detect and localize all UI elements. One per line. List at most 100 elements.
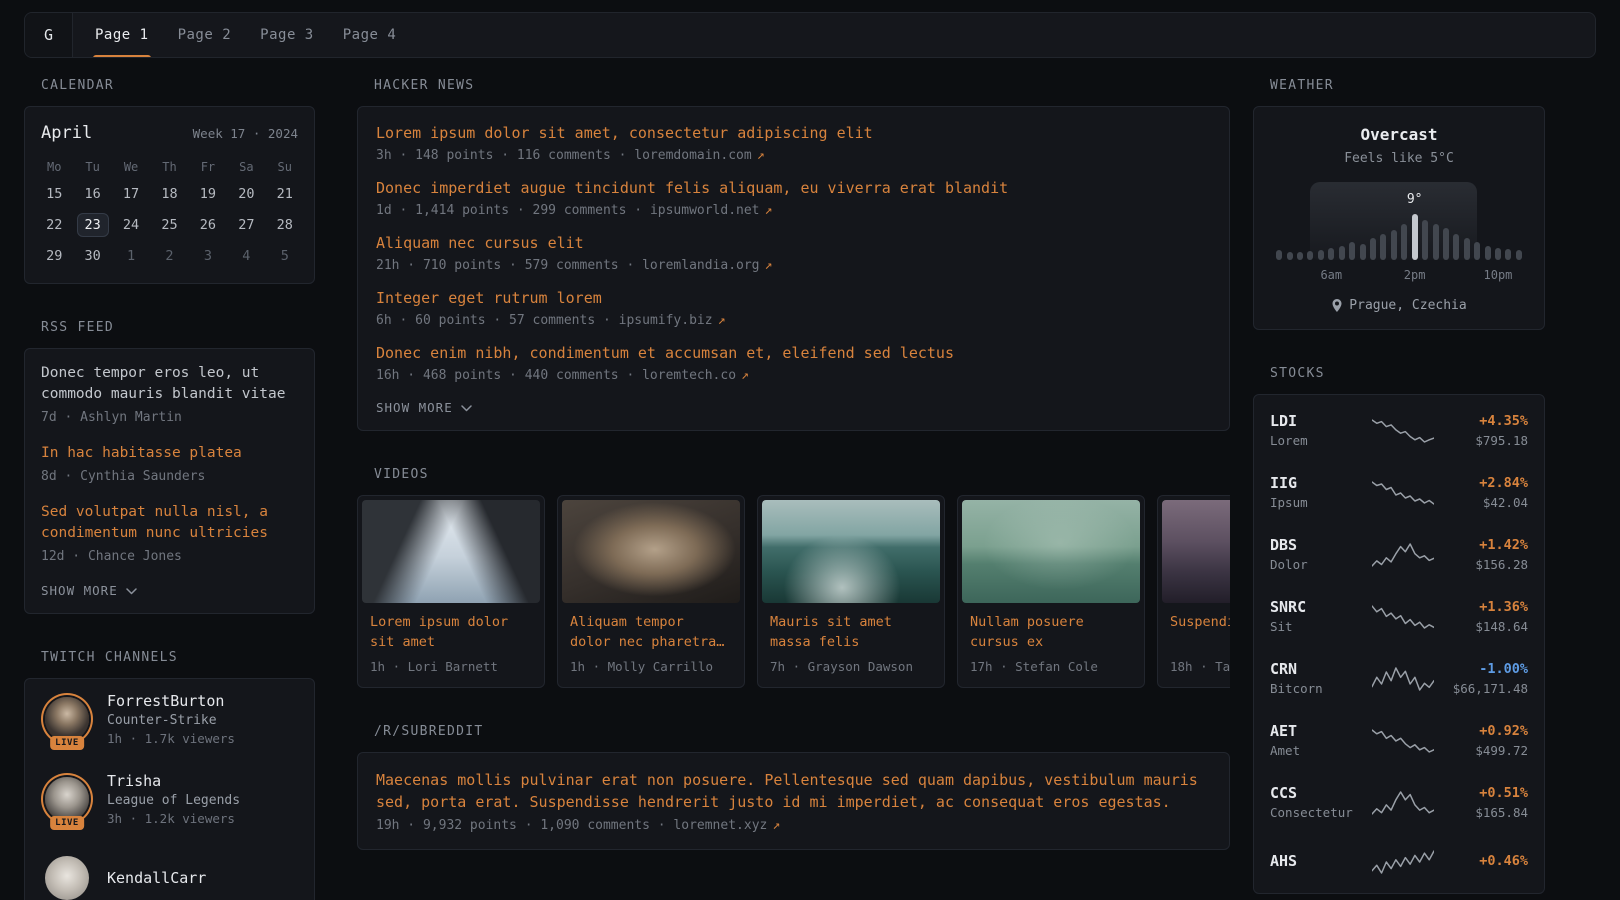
hackernews-item-title[interactable]: Integer eget rutrum lorem bbox=[376, 288, 1211, 309]
twitch-channel[interactable]: KendallCarr bbox=[25, 839, 314, 900]
stock-name: Dolor bbox=[1270, 558, 1366, 572]
stock-name: Amet bbox=[1270, 744, 1366, 758]
page-tab[interactable]: Page 3 bbox=[260, 13, 314, 57]
rss-item-title[interactable]: Donec tempor eros leo, ut commodo mauris… bbox=[41, 363, 298, 405]
stock-price: $148.64 bbox=[1440, 620, 1528, 634]
page-tab[interactable]: Page 2 bbox=[178, 13, 232, 57]
weather-hour-bar bbox=[1326, 248, 1336, 260]
hackernews-item-domain[interactable]: loremtech.co bbox=[642, 368, 736, 383]
video-title[interactable]: Mauris sit amet massa felis bbox=[770, 612, 932, 652]
video-thumbnail[interactable] bbox=[962, 500, 1140, 603]
page-tab[interactable]: Page 1 bbox=[95, 13, 149, 57]
calendar-weekday-label: Fr bbox=[189, 153, 227, 178]
weather-hour-bar bbox=[1472, 242, 1482, 260]
stock-row[interactable]: CRN Bitcorn -1.00% $66,171.48 bbox=[1254, 647, 1544, 709]
stock-ticker[interactable]: LDI bbox=[1270, 412, 1366, 430]
stock-row[interactable]: DBS Dolor +1.42% $156.28 bbox=[1254, 523, 1544, 585]
video-card[interactable]: Suspendisse diam 18h · Tara bbox=[1157, 495, 1230, 688]
rss-item-meta: 7d · Ashlyn Martin bbox=[41, 410, 298, 425]
calendar-day-number: 16 bbox=[77, 182, 109, 206]
stock-ticker[interactable]: DBS bbox=[1270, 536, 1366, 554]
video-card[interactable]: Mauris sit amet massa felis 7h · Grayson… bbox=[757, 495, 945, 688]
stock-row[interactable]: AET Amet +0.92% $499.72 bbox=[1254, 709, 1544, 771]
twitch-channel-name[interactable]: Trisha bbox=[107, 772, 240, 790]
subreddit-post[interactable]: Maecenas mollis pulvinar erat non posuer… bbox=[358, 753, 1229, 835]
twitch-channel-name[interactable]: KendallCarr bbox=[107, 869, 206, 887]
calendar-widget: CALENDAR April Week 17 · 2024 MoTuWeThFr… bbox=[24, 78, 315, 284]
stock-ticker[interactable]: SNRC bbox=[1270, 598, 1366, 616]
section-title-videos: VIDEOS bbox=[374, 467, 1230, 482]
video-thumbnail[interactable] bbox=[762, 500, 940, 603]
hackernews-item[interactable]: Donec imperdiet augue tincidunt felis al… bbox=[358, 165, 1229, 220]
rss-show-more-button[interactable]: SHOW MORE bbox=[25, 568, 314, 613]
hackernews-item-domain[interactable]: loremdomain.com bbox=[634, 148, 751, 163]
weather-axis-label: 2pm bbox=[1404, 268, 1426, 282]
video-card[interactable]: Lorem ipsum dolor sit amet consectetu… 1… bbox=[357, 495, 545, 688]
stock-ticker[interactable]: CRN bbox=[1270, 660, 1366, 678]
hackernews-item-domain[interactable]: loremlandia.org bbox=[642, 258, 759, 273]
hackernews-item-title[interactable]: Aliquam nec cursus elit bbox=[376, 233, 1211, 254]
hackernews-item[interactable]: Aliquam nec cursus elit 21h · 710 points… bbox=[358, 220, 1229, 275]
stock-row[interactable]: LDI Lorem +4.35% $795.18 bbox=[1254, 399, 1544, 461]
video-title[interactable]: Nullam posuere cursus ex bbox=[970, 612, 1132, 652]
weather-hour-bar bbox=[1399, 224, 1409, 260]
weather-feels-like: Feels like 5°C bbox=[1274, 151, 1524, 166]
video-title[interactable]: Aliquam tempor dolor nec pharetra… bbox=[570, 612, 732, 652]
rss-item[interactable]: Donec tempor eros leo, ut commodo mauris… bbox=[25, 349, 314, 429]
weather-hour-bar bbox=[1451, 234, 1461, 260]
twitch-channel[interactable]: LIVE ForrestBurton Counter-Strike 1h · 1… bbox=[25, 679, 314, 759]
hackernews-item[interactable]: Donec enim nibh, condimentum et accumsan… bbox=[358, 330, 1229, 385]
section-title-hackernews: HACKER NEWS bbox=[374, 78, 1230, 93]
stock-row[interactable]: CCS Consectetur +0.51% $165.84 bbox=[1254, 771, 1544, 833]
rss-item-title[interactable]: In hac habitasse platea bbox=[41, 443, 298, 464]
stock-ticker[interactable]: CCS bbox=[1270, 784, 1366, 802]
stock-row[interactable]: IIG Ipsum +2.84% $42.04 bbox=[1254, 461, 1544, 523]
weather-hour-bar: 9° bbox=[1409, 214, 1419, 260]
rss-item[interactable]: Sed volutpat nulla nisl, a condimentum n… bbox=[25, 488, 314, 568]
calendar-day: 19 bbox=[189, 178, 227, 209]
stock-ticker[interactable]: AET bbox=[1270, 722, 1366, 740]
video-meta: 18h · Tara bbox=[1170, 659, 1230, 674]
stock-row[interactable]: SNRC Sit +1.36% $148.64 bbox=[1254, 585, 1544, 647]
calendar-day-number: 24 bbox=[115, 213, 147, 237]
twitch-channel-name[interactable]: ForrestBurton bbox=[107, 692, 235, 710]
stock-ticker[interactable]: AHS bbox=[1270, 852, 1366, 870]
app-logo[interactable]: G bbox=[25, 13, 73, 57]
stock-values: +0.51% $165.84 bbox=[1440, 784, 1528, 820]
weather-hour-bar bbox=[1347, 242, 1357, 260]
hackernews-item[interactable]: Integer eget rutrum lorem 6h · 60 points… bbox=[358, 275, 1229, 330]
hackernews-item-domain[interactable]: ipsumify.biz bbox=[619, 313, 713, 328]
stock-row[interactable]: AHS +0.46% bbox=[1254, 833, 1544, 889]
hackernews-item-stats: 1d · 1,414 points · 299 comments · bbox=[376, 203, 650, 218]
video-title[interactable]: Lorem ipsum dolor sit amet consectetu… bbox=[370, 612, 532, 652]
page-tab-label: Page 4 bbox=[343, 27, 397, 43]
page-tab[interactable]: Page 4 bbox=[343, 13, 397, 57]
stock-change-percent: +0.51% bbox=[1440, 784, 1528, 802]
video-thumbnail[interactable] bbox=[362, 500, 540, 603]
video-card[interactable]: Nullam posuere cursus ex 17h · Stefan Co… bbox=[957, 495, 1145, 688]
weather-location-label: Prague, Czechia bbox=[1349, 298, 1466, 313]
subreddit-post-title[interactable]: Maecenas mollis pulvinar erat non posuer… bbox=[376, 769, 1211, 813]
calendar-day: 26 bbox=[189, 209, 227, 240]
video-thumbnail[interactable] bbox=[562, 500, 740, 603]
stock-sparkline bbox=[1366, 846, 1440, 876]
subreddit-post-domain[interactable]: loremnet.xyz bbox=[673, 818, 767, 833]
calendar-day-number: 17 bbox=[115, 182, 147, 206]
video-title[interactable]: Suspendisse diam bbox=[1170, 612, 1230, 652]
hackernews-item[interactable]: Lorem ipsum dolor sit amet, consectetur … bbox=[358, 110, 1229, 165]
weather-hour-bar bbox=[1503, 249, 1513, 260]
hackernews-item-domain[interactable]: ipsumworld.net bbox=[650, 203, 760, 218]
hackernews-item-title[interactable]: Donec enim nibh, condimentum et accumsan… bbox=[376, 343, 1211, 364]
calendar-day: 4 bbox=[227, 240, 265, 271]
stock-ticker[interactable]: IIG bbox=[1270, 474, 1366, 492]
top-bar: G Page 1 Page 2 Page 3 Page 4 bbox=[24, 12, 1596, 58]
hackernews-show-more-button[interactable]: SHOW MORE bbox=[358, 385, 1229, 430]
rss-item-title[interactable]: Sed volutpat nulla nisl, a condimentum n… bbox=[41, 502, 298, 544]
hackernews-item-title[interactable]: Donec imperdiet augue tincidunt felis al… bbox=[376, 178, 1211, 199]
twitch-channel[interactable]: LIVE Trisha League of Legends 3h · 1.2k … bbox=[25, 759, 314, 839]
video-card[interactable]: Aliquam tempor dolor nec pharetra… 1h · … bbox=[557, 495, 745, 688]
video-thumbnail[interactable] bbox=[1162, 500, 1230, 603]
hackernews-item-title[interactable]: Lorem ipsum dolor sit amet, consectetur … bbox=[376, 123, 1211, 144]
rss-item[interactable]: In hac habitasse platea 8d · Cynthia Sau… bbox=[25, 429, 314, 488]
calendar-day-number: 1 bbox=[119, 244, 143, 268]
